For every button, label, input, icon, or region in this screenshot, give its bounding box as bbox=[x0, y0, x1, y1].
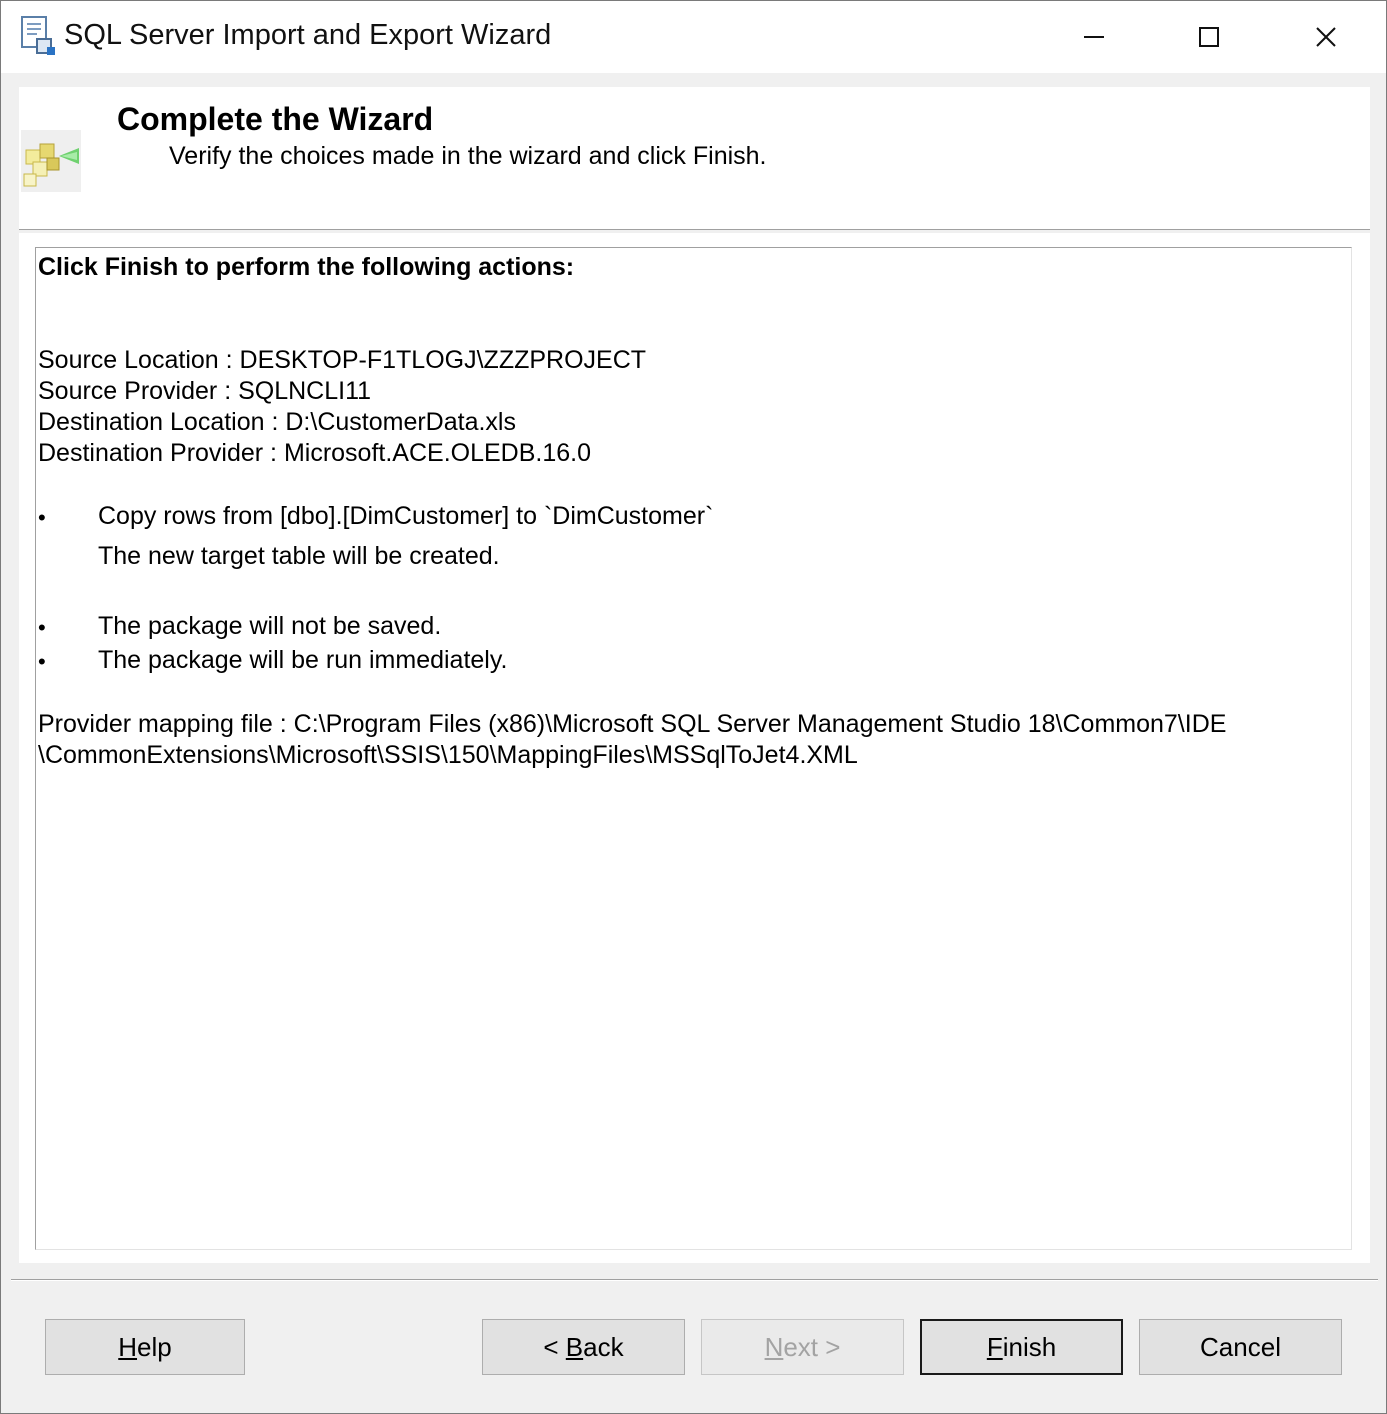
minimize-icon bbox=[1084, 36, 1104, 38]
next-button[interactable]: Next > bbox=[701, 1319, 904, 1375]
next-accesskey: N bbox=[764, 1332, 784, 1362]
maximize-icon bbox=[1199, 27, 1219, 47]
back-button[interactable]: < Back bbox=[482, 1319, 685, 1375]
summary-heading: Click Finish to perform the following ac… bbox=[38, 253, 575, 281]
destination-provider: Destination Provider : Microsoft.ACE.OLE… bbox=[38, 439, 592, 467]
cancel-label: Cancel bbox=[1200, 1332, 1281, 1362]
new-table-note: The new target table will be created. bbox=[98, 542, 500, 570]
close-icon bbox=[1316, 27, 1336, 47]
close-button[interactable] bbox=[1269, 1, 1384, 73]
minimize-button[interactable] bbox=[1037, 1, 1152, 73]
back-accesskey: B bbox=[565, 1332, 584, 1362]
help-label-rest: elp bbox=[137, 1332, 172, 1362]
app-icon bbox=[19, 15, 57, 57]
help-accesskey: H bbox=[118, 1332, 138, 1362]
bullet-icon: • bbox=[38, 505, 46, 530]
help-button[interactable]: Help bbox=[45, 1319, 245, 1375]
package-save-note: The package will not be saved. bbox=[98, 612, 442, 640]
finish-label-rest: inish bbox=[1002, 1332, 1057, 1362]
page-subtitle: Verify the choices made in the wizard an… bbox=[169, 142, 767, 170]
back-label-prefix: < bbox=[543, 1332, 566, 1362]
copy-rows-action: Copy rows from [dbo].[DimCustomer] to `D… bbox=[98, 502, 714, 530]
bullet-icon: • bbox=[38, 649, 46, 674]
cancel-button[interactable]: Cancel bbox=[1139, 1319, 1342, 1375]
summary-text-box[interactable]: Click Finish to perform the following ac… bbox=[35, 247, 1352, 1250]
page-title: Complete the Wizard bbox=[117, 101, 434, 137]
summary-panel: Click Finish to perform the following ac… bbox=[19, 233, 1370, 1263]
source-location: Source Location : DESKTOP-F1TLOGJ\ZZZPRO… bbox=[38, 346, 647, 374]
mapping-file-line1: Provider mapping file : C:\Program Files… bbox=[38, 710, 1227, 738]
finish-accesskey: F bbox=[986, 1332, 1003, 1362]
wizard-page-icon bbox=[21, 130, 81, 192]
destination-location: Destination Location : D:\CustomerData.x… bbox=[38, 408, 516, 436]
title-bar: SQL Server Import and Export Wizard bbox=[1, 1, 1386, 73]
wizard-header: Complete the Wizard Verify the choices m… bbox=[19, 87, 1370, 230]
window-title: SQL Server Import and Export Wizard bbox=[64, 19, 552, 51]
next-label-rest: ext > bbox=[783, 1332, 841, 1362]
footer-divider bbox=[11, 1279, 1378, 1281]
back-label-rest: ack bbox=[583, 1332, 624, 1362]
maximize-button[interactable] bbox=[1152, 1, 1267, 73]
source-provider: Source Provider : SQLNCLI11 bbox=[38, 377, 372, 405]
wizard-window: SQL Server Import and Export Wizard Comp… bbox=[0, 0, 1387, 1414]
mapping-file-line2: \CommonExtensions\Microsoft\SSIS\150\Map… bbox=[38, 741, 858, 769]
bullet-icon: • bbox=[38, 615, 46, 640]
package-run-note: The package will be run immediately. bbox=[98, 646, 508, 674]
finish-button[interactable]: Finish bbox=[920, 1319, 1123, 1375]
